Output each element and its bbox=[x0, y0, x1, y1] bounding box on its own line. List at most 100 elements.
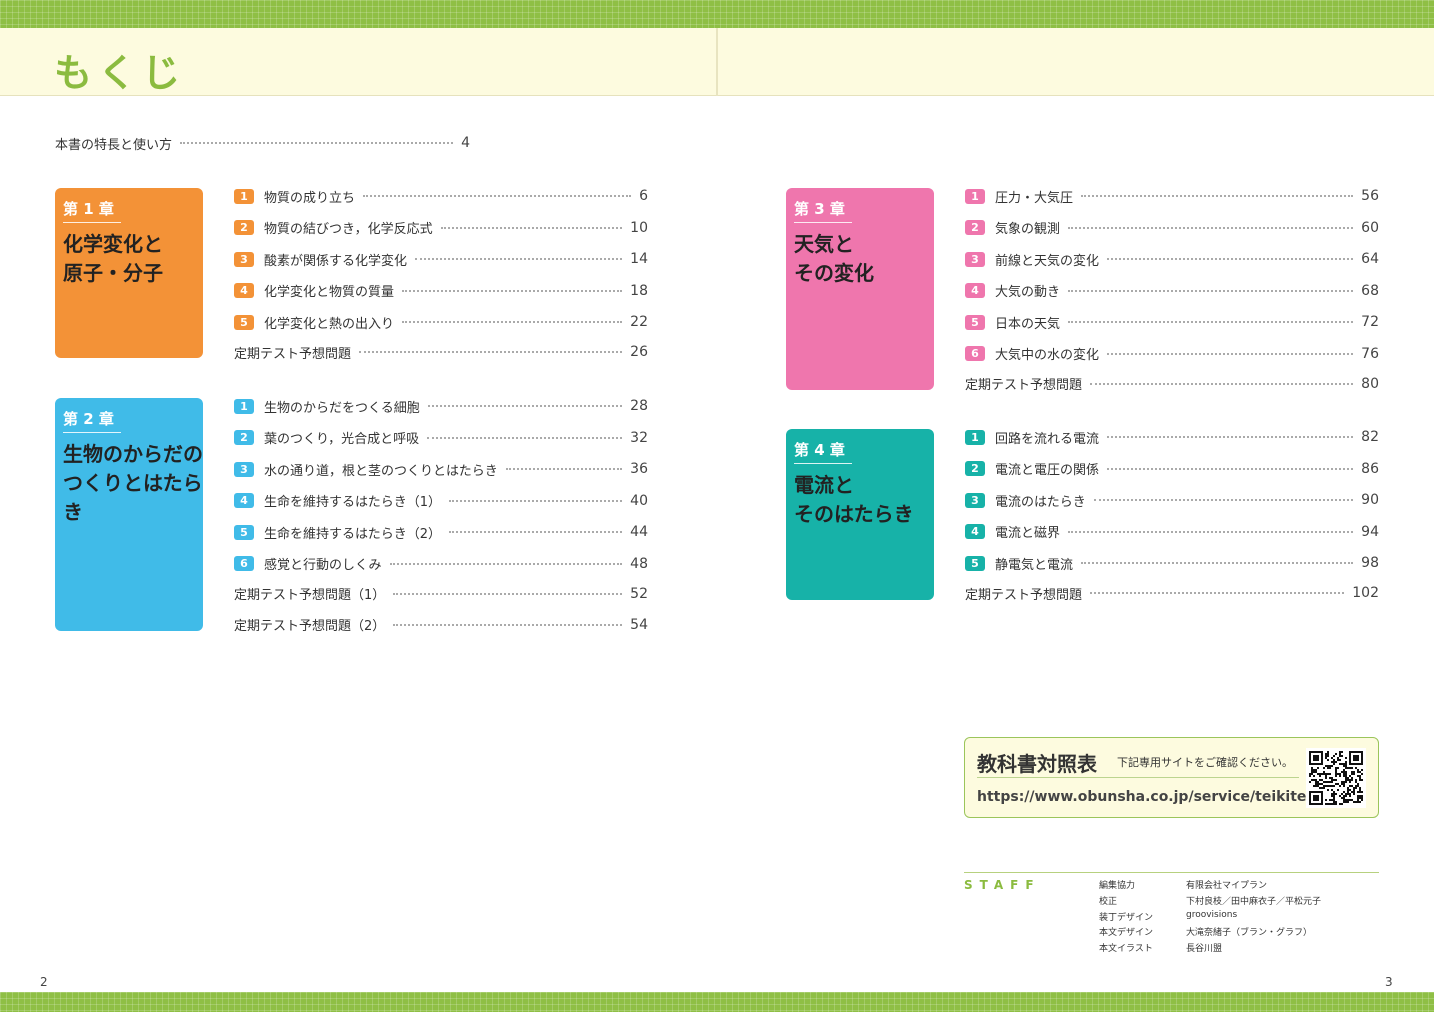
panel-divider bbox=[977, 777, 1299, 778]
staff-role: 校正 bbox=[1099, 896, 1118, 907]
staff-row: 編集協力 有限会社マイプラン bbox=[1099, 878, 1379, 894]
toc-entry-page: 90 bbox=[1361, 492, 1379, 508]
toc-entry[interactable]: 1 物質の成り立ち 6 bbox=[234, 186, 648, 206]
leader-dots bbox=[393, 623, 623, 626]
leader-dots bbox=[363, 195, 632, 197]
leader-dots bbox=[449, 499, 623, 502]
toc-entry[interactable]: 3 電流のはたらき 90 bbox=[965, 490, 1379, 510]
toc-test-entry[interactable]: 定期テスト予想問題（1） 52 bbox=[234, 584, 648, 604]
section-number-badge: 2 bbox=[965, 220, 985, 235]
toc-entry[interactable]: 3 前線と天気の変化 64 bbox=[965, 249, 1379, 269]
toc-entry[interactable]: 4 化学変化と物質の質量 18 bbox=[234, 281, 648, 301]
toc-entry-label: 定期テスト予想問題（2） bbox=[234, 619, 386, 634]
toc-entry-label: 化学変化と物質の質量 bbox=[264, 285, 395, 300]
leader-dots bbox=[389, 562, 623, 565]
section-number-badge: 2 bbox=[234, 430, 254, 445]
toc-entry-page: 82 bbox=[1361, 429, 1379, 445]
section-number-badge: 5 bbox=[234, 524, 254, 540]
chapter-title: 電流と そのはたらき bbox=[794, 473, 914, 526]
chapter-number: 第 3 章 bbox=[794, 198, 852, 223]
toc-entry-page: 14 bbox=[630, 251, 648, 267]
staff-name: 下村良枝／田中麻衣子／平松元子 bbox=[1186, 896, 1322, 907]
qr-code-icon[interactable] bbox=[1306, 748, 1366, 808]
staff-row: 装丁デザイン groovisions bbox=[1099, 910, 1379, 926]
chapter-2-box: 第 2 章 生物のからだの つくりとはたらき bbox=[55, 398, 203, 631]
chapter-1-box: 第 1 章 化学変化と 原子・分子 bbox=[55, 188, 203, 358]
section-number-badge: 3 bbox=[965, 492, 985, 508]
toc-entry-label: 感覚と行動のしくみ bbox=[264, 558, 382, 573]
toc-test-entry[interactable]: 定期テスト予想問題 102 bbox=[965, 583, 1379, 603]
leader-dots bbox=[1090, 592, 1345, 594]
toc-entry-page: 56 bbox=[1361, 188, 1379, 204]
staff-role: 編集協力 bbox=[1099, 881, 1136, 891]
chapter-title: 化学変化と 原子・分子 bbox=[63, 232, 163, 285]
section-number-badge: 2 bbox=[965, 461, 985, 476]
staff-role: 本文イラスト bbox=[1099, 944, 1153, 955]
toc-entry[interactable]: 5 生命を維持するはたらき（2） 44 bbox=[234, 522, 648, 542]
toc-test-entry[interactable]: 定期テスト予想問題 26 bbox=[234, 342, 648, 362]
textbook-table-note: 下記専用サイトをご確認ください。 bbox=[1117, 756, 1293, 769]
toc-entry[interactable]: 6 大気中の水の変化 76 bbox=[965, 344, 1379, 364]
toc-entry[interactable]: 3 酸素が関係する化学変化 14 bbox=[234, 249, 648, 269]
intro-label: 本書の特長と使い方 bbox=[55, 137, 173, 153]
toc-entry[interactable]: 5 化学変化と熱の出入り 22 bbox=[234, 312, 648, 332]
leader-dots bbox=[1107, 352, 1354, 355]
toc-entry-page: 98 bbox=[1361, 555, 1379, 571]
toc-test-entry[interactable]: 定期テスト予想問題 80 bbox=[965, 374, 1379, 394]
toc-intro-row[interactable]: 本書の特長と使い方 4 bbox=[55, 133, 470, 153]
toc-entry-label: 前線と天気の変化 bbox=[995, 253, 1100, 269]
toc-entry-page: 6 bbox=[639, 188, 648, 204]
leader-dots bbox=[402, 321, 623, 323]
page-number-left: 2 bbox=[40, 975, 48, 989]
staff-row: 本文デザイン 大滝奈緒子（ブラン・グラフ） bbox=[1099, 925, 1379, 941]
toc-entry-page: 40 bbox=[630, 492, 648, 509]
section-number-badge: 1 bbox=[965, 429, 985, 445]
toc-entry[interactable]: 5 静電気と電流 98 bbox=[965, 553, 1379, 573]
toc-entry[interactable]: 6 感覚と行動のしくみ 48 bbox=[234, 554, 648, 574]
toc-entry[interactable]: 1 圧力・大気圧 56 bbox=[965, 186, 1379, 206]
staff-name: 大滝奈緒子（ブラン・グラフ） bbox=[1186, 928, 1313, 939]
toc-entry[interactable]: 2 電流と電圧の関係 86 bbox=[965, 459, 1379, 479]
toc-entry[interactable]: 4 大気の動き 68 bbox=[965, 281, 1379, 301]
leader-dots bbox=[402, 289, 623, 292]
textbook-table-url[interactable]: https://www.obunsha.co.jp/service/teikit… bbox=[977, 789, 1327, 805]
toc-entry[interactable]: 2 気象の観測 60 bbox=[965, 218, 1379, 238]
toc-entry[interactable]: 4 電流と磁界 94 bbox=[965, 522, 1379, 542]
section-number-badge: 5 bbox=[965, 314, 985, 330]
toc-entry[interactable]: 3 水の通り道，根と茎のつくりとはたらき 36 bbox=[234, 459, 648, 479]
section-number-badge: 3 bbox=[965, 251, 985, 267]
toc-entry[interactable]: 2 葉のつくり，光合成と呼吸 32 bbox=[234, 428, 648, 448]
section-number-badge: 5 bbox=[965, 555, 985, 571]
staff-divider bbox=[964, 872, 1379, 873]
section-number-badge: 5 bbox=[234, 314, 254, 330]
toc-entry-page: 36 bbox=[630, 461, 648, 477]
toc-entry-label: 大気の動き bbox=[995, 285, 1061, 300]
toc-entry-label: 圧力・大気圧 bbox=[995, 190, 1074, 206]
toc-entry[interactable]: 5 日本の天気 72 bbox=[965, 312, 1379, 332]
toc-entry-page: 44 bbox=[630, 524, 648, 540]
chapter-title: 天気と その変化 bbox=[794, 232, 874, 285]
toc-entry-label: 定期テスト予想問題 bbox=[965, 378, 1083, 393]
leader-dots bbox=[1068, 321, 1354, 323]
toc-entry-page: 32 bbox=[630, 429, 648, 446]
section-number-badge: 1 bbox=[965, 188, 985, 204]
toc-entry-label: 回路を流れる電流 bbox=[995, 431, 1100, 447]
page-number-right: 3 bbox=[1385, 975, 1393, 989]
toc-entry[interactable]: 4 生命を維持するはたらき（1） 40 bbox=[234, 491, 648, 511]
toc-entry[interactable]: 2 物質の結びつき，化学反応式 10 bbox=[234, 218, 648, 238]
toc-entry-page: 102 bbox=[1352, 585, 1379, 601]
toc-entry[interactable]: 1 生物のからだをつくる細胞 28 bbox=[234, 396, 648, 416]
toc-entry-page: 86 bbox=[1361, 460, 1379, 477]
staff-role: 装丁デザイン bbox=[1099, 912, 1154, 923]
toc-entry[interactable]: 1 回路を流れる電流 82 bbox=[965, 427, 1379, 447]
chapter-number: 第 2 章 bbox=[63, 408, 121, 433]
toc-entry-label: 葉のつくり，光合成と呼吸 bbox=[264, 432, 420, 447]
section-number-badge: 4 bbox=[234, 283, 254, 298]
leader-dots bbox=[359, 351, 623, 353]
toc-entry-label: 生命を維持するはたらき（1） bbox=[264, 495, 442, 510]
toc-test-entry[interactable]: 定期テスト予想問題（2） 54 bbox=[234, 615, 648, 635]
toc-entry-label: 気象の観測 bbox=[995, 222, 1061, 237]
toc-entry-label: 生物のからだをつくる細胞 bbox=[264, 400, 420, 416]
toc-entry-page: 28 bbox=[630, 398, 648, 414]
toc-entry-page: 72 bbox=[1361, 314, 1379, 330]
